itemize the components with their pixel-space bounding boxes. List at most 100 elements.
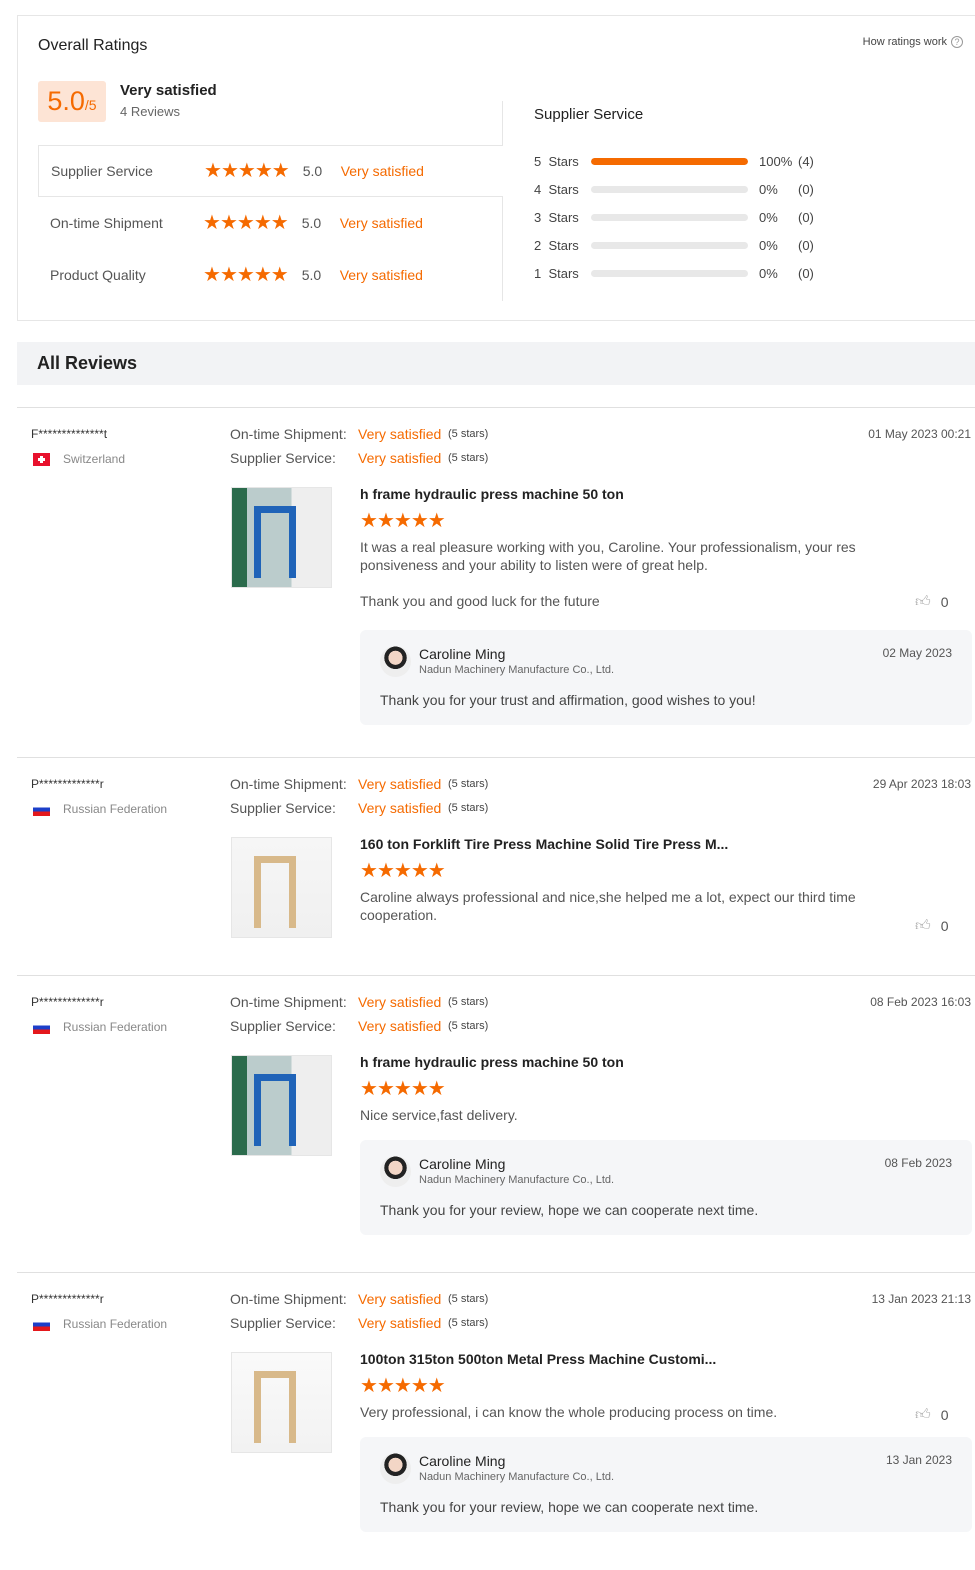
meta-label: Supplier Service: (230, 1018, 336, 1034)
reviewer-name: P*************r (31, 995, 104, 1009)
all-reviews-header: All Reviews (17, 342, 975, 385)
star-icon: ★ (360, 1078, 378, 1100)
star-rating: ★ ★ ★ ★ ★ (360, 510, 446, 532)
category-text: Very satisfied (339, 267, 423, 283)
meta-value: Very satisfied (358, 1018, 442, 1034)
reply-company: Nadun Machinery Manufacture Co., Ltd. (419, 664, 615, 676)
like-button[interactable]: 👍︎ 0 (915, 917, 948, 935)
star-icon: ★ (427, 1078, 446, 1100)
reviewer-country: Switzerland (33, 452, 125, 466)
reply-name: Caroline Ming (419, 1453, 506, 1469)
star-icon: ★ (427, 510, 446, 532)
supplier-reply: Caroline Ming Nadun Machinery Manufacture… (360, 1140, 972, 1235)
meta-label: On-time Shipment: (230, 994, 347, 1010)
meta-label: On-time Shipment: (230, 1291, 347, 1307)
meta-count: (5 stars) (448, 1317, 489, 1329)
star-icon: ★ (236, 212, 255, 234)
thumbs-up-icon: 👍︎ (915, 1406, 931, 1423)
star-breakdown-row[interactable]: 1 Stars 0% (0) (534, 265, 814, 281)
country-name: Switzerland (63, 452, 126, 466)
supplier-reply: Caroline Ming Nadun Machinery Manufacture… (360, 630, 972, 725)
star-breakdown-row[interactable]: 2 Stars 0% (0) (534, 237, 814, 253)
star-icon: ★ (253, 212, 272, 234)
reply-company: Nadun Machinery Manufacture Co., Ltd. (419, 1174, 615, 1186)
star-breakdown-row[interactable]: 5 Stars 100% (4) (534, 153, 814, 169)
product-name[interactable]: 160 ton Forklift Tire Press Machine Soli… (360, 836, 728, 852)
score-value: 5.0 (47, 86, 85, 116)
meta-value: Very satisfied (358, 450, 442, 466)
country-name: Russian Federation (63, 802, 168, 816)
star-icon: ★ (376, 1375, 395, 1397)
review-item: F**************t Switzerland 01 May 2023 0… (0, 407, 975, 725)
reviewer-name: F**************t (31, 427, 108, 441)
percent: 0% (759, 209, 778, 225)
review-meta: Supplier Service: Very satisfied (5 stars) (230, 1018, 488, 1034)
product-thumbnail[interactable] (231, 487, 332, 588)
star-rating: ★ ★ ★ ★ ★ (360, 860, 446, 882)
star-icon: ★ (270, 264, 289, 286)
like-button[interactable]: 👍︎ 0 (915, 1406, 948, 1424)
star-icon: ★ (271, 160, 290, 182)
count: (0) (798, 181, 814, 197)
review-text: Caroline always professional and nice,sh… (360, 889, 856, 923)
meta-value: Very satisfied (358, 994, 442, 1010)
product-thumbnail[interactable] (231, 837, 332, 938)
rating-category[interactable]: Supplier Service ★ ★ ★ ★ ★ 5.0 Very satisfied (38, 145, 503, 197)
flag-icon (33, 1020, 50, 1034)
star-icon: ★ (204, 160, 222, 182)
product-thumbnail[interactable] (231, 1352, 332, 1453)
count: (0) (798, 265, 814, 281)
star-icon: ★ (219, 264, 238, 286)
star-rating: ★ ★ ★ ★ ★ (360, 1375, 446, 1397)
flag-icon (33, 802, 50, 816)
star-breakdown-row[interactable]: 3 Stars 0% (0) (534, 209, 814, 225)
machine-image (254, 856, 296, 928)
meta-label: Supplier Service: (230, 450, 336, 466)
review-date: 01 May 2023 00:21 (868, 427, 971, 441)
product-name[interactable]: h frame hydraulic press machine 50 ton (360, 1054, 624, 1070)
like-button[interactable]: 👍︎ 0 (915, 593, 948, 611)
meta-count: (5 stars) (448, 428, 489, 440)
reply-name: Caroline Ming (419, 646, 506, 662)
reviewer-name: P*************r (31, 777, 104, 791)
review-count: 4 Reviews (120, 104, 180, 119)
meta-label: Supplier Service: (230, 800, 336, 816)
progress-track (591, 269, 748, 277)
review-text: It was a real pleasure working with you,… (360, 539, 856, 573)
star-icon: ★ (253, 264, 272, 286)
meta-count: (5 stars) (448, 1020, 489, 1032)
overall-ratings-title: Overall Ratings (38, 37, 148, 54)
star-label: 2 Stars (534, 237, 579, 253)
meta-count: (5 stars) (448, 996, 489, 1008)
category-text: Very satisfied (340, 163, 424, 179)
count: (0) (798, 237, 814, 253)
progress-track (591, 185, 748, 193)
star-icon: ★ (410, 510, 429, 532)
like-count: 0 (940, 1407, 949, 1423)
star-icon: ★ (393, 860, 412, 882)
review-date: 13 Jan 2023 21:13 (871, 1292, 971, 1306)
star-icon: ★ (203, 264, 221, 286)
product-name[interactable]: h frame hydraulic press machine 50 ton (360, 486, 624, 502)
meta-count: (5 stars) (448, 778, 489, 790)
flag-icon (33, 1317, 50, 1331)
count: (4) (798, 153, 814, 169)
thumbs-up-icon: 👍︎ (915, 917, 931, 934)
star-breakdown-row[interactable]: 4 Stars 0% (0) (534, 181, 814, 197)
review-text: Very professional, i can know the whole … (360, 1404, 778, 1420)
star-icon: ★ (360, 1375, 378, 1397)
rating-category[interactable]: Product Quality ★ ★ ★ ★ ★ 5.0 Very satisfied (38, 249, 503, 301)
star-rating: ★ ★ ★ ★ ★ (203, 264, 289, 286)
meta-count: (5 stars) (448, 1293, 489, 1305)
star-icon: ★ (393, 1375, 412, 1397)
star-rating: ★ ★ ★ ★ ★ (360, 1078, 446, 1100)
progress-track (591, 157, 748, 165)
category-score: 5.0 (302, 163, 323, 179)
rating-category[interactable]: On-time Shipment ★ ★ ★ ★ ★ 5.0 Very satisfied (38, 197, 503, 249)
product-name[interactable]: 100ton 315ton 500ton Metal Press Machine… (360, 1351, 716, 1367)
product-thumbnail[interactable] (231, 1055, 332, 1156)
help-icon: ? (951, 36, 963, 48)
how-ratings-work-link[interactable]: How ratings work? (863, 36, 963, 48)
like-count: 0 (940, 918, 949, 934)
star-label: 5 Stars (534, 153, 579, 169)
